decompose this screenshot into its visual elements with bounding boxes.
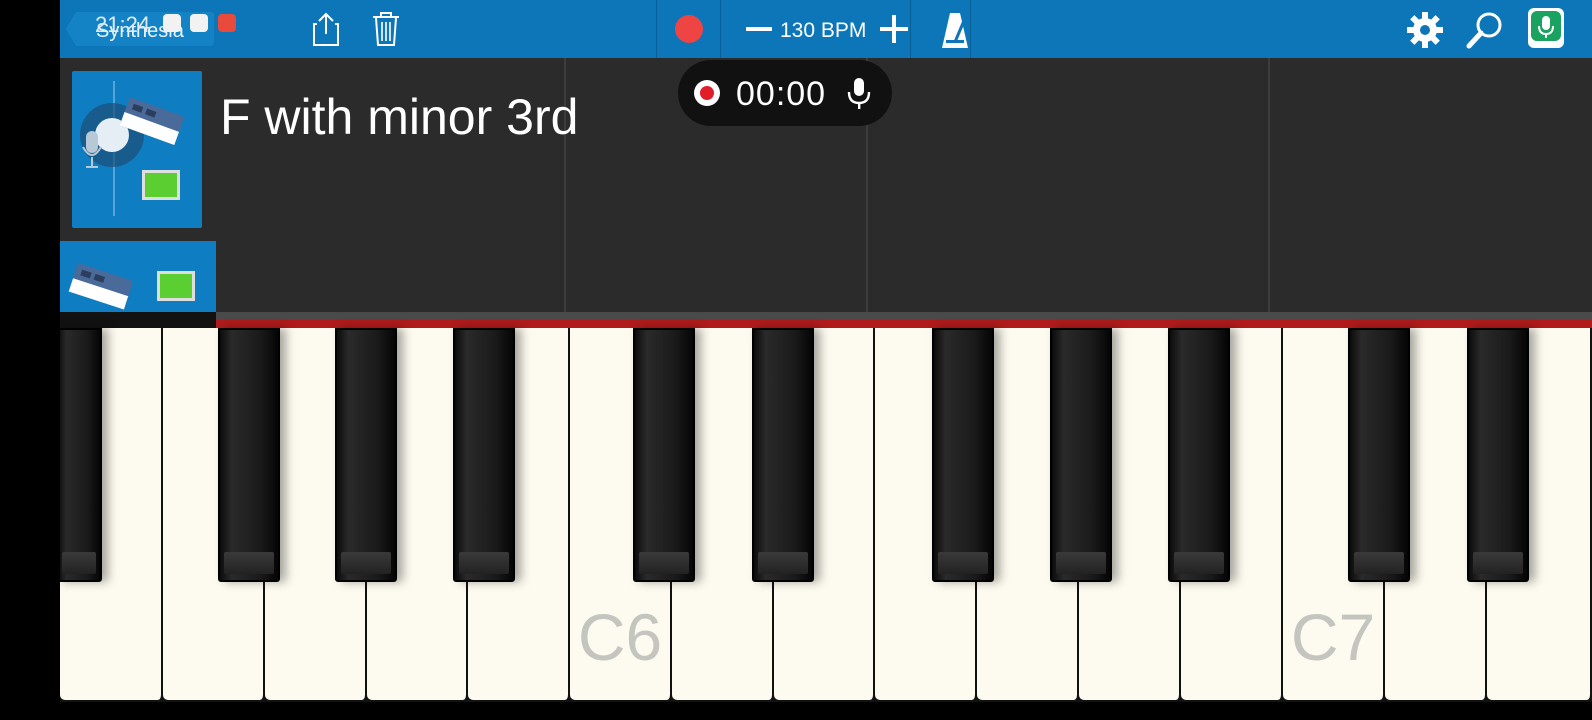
gear-icon: [1407, 12, 1443, 48]
black-key[interactable]: [1348, 328, 1410, 582]
tempo-increase-button[interactable]: [878, 12, 910, 46]
system-navigation-bar: [0, 702, 1592, 720]
black-key[interactable]: [633, 328, 695, 582]
black-key[interactable]: [1168, 328, 1230, 582]
status-time: 21:24: [95, 12, 151, 37]
mic-icon-background: [1531, 11, 1561, 41]
record-icon: [675, 15, 703, 43]
notification-icon: [190, 14, 208, 32]
key-label-c7: C7: [1290, 600, 1376, 674]
region-title[interactable]: F with minor 3rd: [220, 88, 578, 146]
tempo-display[interactable]: 130 BPM: [780, 19, 866, 43]
track-header-recording[interactable]: [72, 71, 202, 228]
black-key[interactable]: [1467, 328, 1529, 582]
keyboard-felt-strip: [216, 320, 1592, 328]
toolbar-divider: [910, 0, 911, 58]
search-icon: [1466, 12, 1502, 49]
recording-timer: 00:00: [736, 75, 827, 113]
share-button[interactable]: [308, 10, 344, 48]
black-key[interactable]: [752, 328, 814, 582]
black-key[interactable]: [453, 328, 515, 582]
search-button[interactable]: [1465, 10, 1505, 50]
trash-icon: [373, 12, 399, 46]
black-key[interactable]: [1050, 328, 1112, 582]
metronome-button[interactable]: [940, 10, 970, 50]
metronome-icon: [942, 13, 968, 48]
black-key[interactable]: [218, 328, 280, 582]
keyboard-top-edge: [216, 312, 1592, 320]
tempo-decrease-button[interactable]: [744, 14, 774, 44]
toolbar-divider: [720, 0, 721, 58]
black-key[interactable]: [60, 328, 102, 582]
app-window: Synthesia 21:24 130 BPM F with minor 3rd…: [60, 0, 1592, 720]
recording-indicator-icon: [694, 80, 720, 106]
share-icon: [313, 12, 339, 46]
settings-button[interactable]: [1405, 10, 1445, 50]
piano-keyboard: C6 C7: [60, 312, 1592, 720]
delete-button[interactable]: [368, 10, 404, 48]
record-button[interactable]: [670, 10, 708, 48]
track-controls-icon: [80, 81, 184, 216]
toolbar-divider: [970, 0, 971, 58]
top-toolbar: Synthesia 21:24 130 BPM: [60, 0, 1592, 58]
toolbar-divider: [656, 0, 657, 58]
screen-recorder-pill[interactable]: 00:00: [678, 60, 892, 126]
voice-assistant-button[interactable]: [1528, 8, 1564, 48]
mic-icon: [1538, 16, 1554, 38]
notification-icon: [163, 14, 181, 32]
minus-icon: [746, 27, 772, 31]
black-key[interactable]: [932, 328, 994, 582]
notification-icon: [218, 14, 236, 32]
mic-icon[interactable]: [846, 76, 872, 112]
plus-icon: [880, 15, 908, 43]
key-label-c6: C6: [577, 600, 663, 674]
bar-grid-line: [1268, 58, 1270, 312]
black-key[interactable]: [335, 328, 397, 582]
